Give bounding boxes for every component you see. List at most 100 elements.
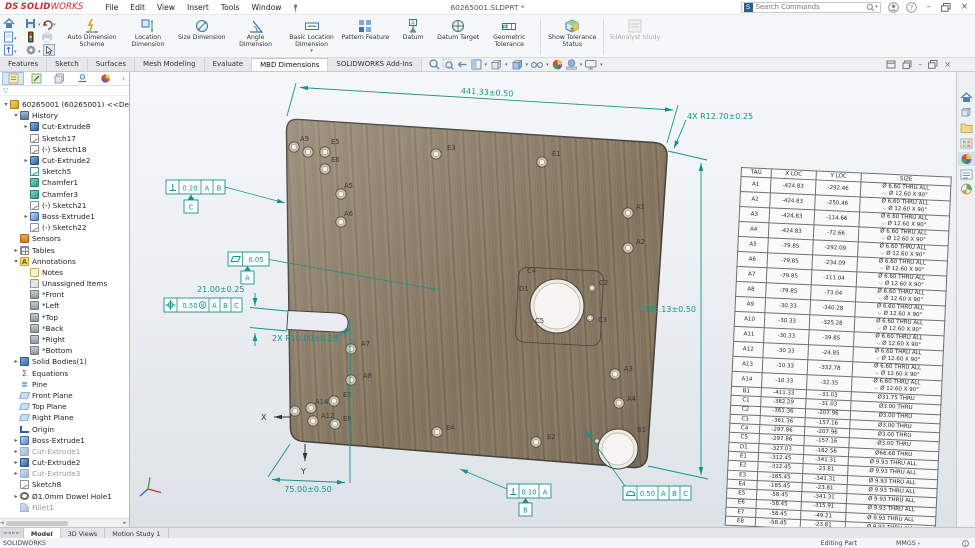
dimension-datum-offset[interactable]: 75.00±0.50 <box>284 485 331 494</box>
expander-icon[interactable]: ▸ <box>12 470 20 477</box>
file-publish-icon[interactable] <box>5 45 13 55</box>
hole-label-c2[interactable]: C2 <box>599 279 608 287</box>
doc-minimize-button[interactable]: – <box>918 60 922 69</box>
tree-item-right-plane[interactable]: Right Plane <box>0 412 129 423</box>
tree-item-fillet1[interactable]: Fillet1 <box>0 502 129 513</box>
graphics-area[interactable]: A9E5E6A5A6E3E1A1A2A3A4A7A8E7A14A12E8E4E2… <box>130 72 956 527</box>
dimension-slot-radius[interactable]: 2X R10.00±0.25 <box>272 334 338 343</box>
menu-file[interactable]: File <box>100 2 125 13</box>
previous-view-icon[interactable] <box>456 58 469 71</box>
save-dropdown-icon[interactable]: ▾ <box>38 22 41 28</box>
section-view-icon[interactable] <box>470 58 483 71</box>
tree-item--top[interactable]: *Top <box>0 312 129 323</box>
tree-item-annotations[interactable]: ▾Annotations <box>0 256 129 267</box>
scroll-left-icon[interactable]: ◄ <box>0 520 4 526</box>
hole-table[interactable]: TAG X LOC Y LOC SIZE A1-424.83-292.46Ø 6… <box>725 167 952 527</box>
custom-properties-icon[interactable] <box>961 170 972 179</box>
view-settings-dropdown-icon[interactable]: ▾ <box>600 62 603 68</box>
rebuild-traffic-light-icon[interactable] <box>28 32 34 43</box>
auto-dimension-scheme-button[interactable]: Auto Dimension Scheme <box>64 16 120 57</box>
tab-mesh-modeling[interactable]: Mesh Modeling <box>135 58 205 71</box>
hole-label-e1[interactable]: E1 <box>552 150 561 158</box>
apply-scene-icon[interactable] <box>565 58 578 71</box>
filter-funnel-icon[interactable]: ▽ <box>3 87 8 95</box>
tree-item-notes[interactable]: Notes <box>0 267 129 278</box>
tree-item-boss-extrude1[interactable]: ▸Boss-Extrude1 <box>0 435 129 446</box>
configuration-manager-tab[interactable] <box>48 72 70 85</box>
pattern-feature-button[interactable]: Pattern Feature <box>340 16 392 57</box>
tab-surfaces[interactable]: Surfaces <box>88 58 135 71</box>
analysis-preview-icon[interactable] <box>962 184 972 194</box>
display-style-icon[interactable] <box>510 58 524 71</box>
hole[interactable] <box>338 219 343 224</box>
feature-manager-tab[interactable] <box>2 72 24 85</box>
tab-motion-study-1[interactable]: Motion Study 1 <box>105 528 168 538</box>
help-icon[interactable]: ? <box>906 2 917 13</box>
publish-dropdown-icon[interactable]: ▾ <box>14 49 17 55</box>
property-manager-tab[interactable] <box>25 72 47 85</box>
new-window-icon[interactable] <box>886 60 896 69</box>
tree-item-60265001-60265001-default-display[interactable]: ▾60265001 (60265001) <<Default>_Display <box>0 99 129 110</box>
tab-evaluate[interactable]: Evaluate <box>205 58 253 71</box>
hide-show-items-icon[interactable] <box>530 58 544 71</box>
save-icon[interactable] <box>26 19 35 28</box>
hole-label-e2[interactable]: E2 <box>547 433 556 441</box>
hole-label-a12[interactable]: A12 <box>321 412 334 420</box>
hole[interactable] <box>310 418 315 423</box>
user-login-icon[interactable] <box>888 2 899 13</box>
cascade-windows-icon[interactable] <box>902 60 912 69</box>
tab-features[interactable]: Features <box>0 58 47 71</box>
pin-menu-icon[interactable] <box>291 0 300 17</box>
view-orientation-dropdown-icon[interactable]: ▾ <box>505 62 508 68</box>
tab-solidworks-add-ins[interactable]: SOLIDWORKS Add-Ins <box>328 58 421 71</box>
hole-label-a8[interactable]: A8 <box>363 372 372 380</box>
view-orientation-icon[interactable] <box>489 58 503 71</box>
zoom-to-area-icon[interactable] <box>442 58 455 71</box>
tree-item-chamfer1[interactable]: Chamfer1 <box>0 177 129 188</box>
view-palette-icon[interactable] <box>961 139 972 148</box>
hole[interactable] <box>292 408 297 413</box>
hole-label-a6[interactable]: A6 <box>344 210 353 218</box>
hole[interactable] <box>625 245 630 250</box>
tree-item-unassigned-items[interactable]: Unassigned Items <box>0 278 129 289</box>
close-button[interactable]: × <box>958 2 971 12</box>
expander-icon[interactable]: ▸ <box>12 459 20 466</box>
hole[interactable] <box>434 429 439 434</box>
tab-3d-views[interactable]: 3D Views <box>61 528 106 538</box>
menu-edit[interactable]: Edit <box>124 2 151 13</box>
hole[interactable] <box>348 377 353 382</box>
hole-label-e6[interactable]: E6 <box>331 156 340 164</box>
basic-location-dropdown-icon[interactable]: ▾ <box>310 49 313 55</box>
show-tolerance-status-button[interactable]: ± Show Tolerance Status <box>544 16 600 57</box>
expander-icon[interactable]: ▸ <box>12 358 20 365</box>
hole[interactable] <box>331 398 336 403</box>
units-selector[interactable]: MMGS ▾ <box>896 540 920 547</box>
appearances-scenes-icon[interactable] <box>962 154 972 164</box>
tree-item-pine[interactable]: Pine <box>0 379 129 390</box>
datum-button[interactable]: A Datum <box>391 16 435 57</box>
hole-label-c3[interactable]: C3 <box>598 316 607 324</box>
minimize-button[interactable]: – <box>924 2 934 12</box>
hole-label-c4[interactable]: C4 <box>527 267 536 275</box>
scroll-thumb[interactable] <box>6 521 68 526</box>
tree-item-cut-extrude2[interactable]: ▸Cut-Extrude2 <box>0 457 129 468</box>
undo-icon[interactable] <box>43 21 52 29</box>
tree-item-boss-extrude1[interactable]: ▸Boss-Extrude1 <box>0 211 129 222</box>
dimension-slot-width[interactable]: 21.00±0.25 <box>197 285 244 294</box>
search-icon[interactable] <box>866 3 875 12</box>
tab-scroll-nav[interactable]: ◄◄►► <box>0 528 24 538</box>
print-icon[interactable] <box>42 32 52 43</box>
tree-item--sketch22[interactable]: (-) Sketch22 <box>0 222 129 233</box>
hole[interactable] <box>590 286 593 289</box>
hole-label-d1[interactable]: D1 <box>519 285 529 293</box>
tree-item--sketch18[interactable]: (-) Sketch18 <box>0 144 129 155</box>
hole-label-a7[interactable]: A7 <box>361 340 370 348</box>
panel-tabs-expand-icon[interactable]: › <box>122 75 129 83</box>
file-explorer-icon[interactable] <box>961 124 972 133</box>
doc-close-button[interactable]: × <box>944 60 951 69</box>
location-dimension-button[interactable]: Location Dimension <box>120 16 176 57</box>
hole[interactable] <box>322 149 327 154</box>
hole-label-c5[interactable]: C5 <box>535 317 544 325</box>
tree-item-chamfer3[interactable]: Chamfer3 <box>0 189 129 200</box>
tree-item-sketch17[interactable]: Sketch17 <box>0 133 129 144</box>
